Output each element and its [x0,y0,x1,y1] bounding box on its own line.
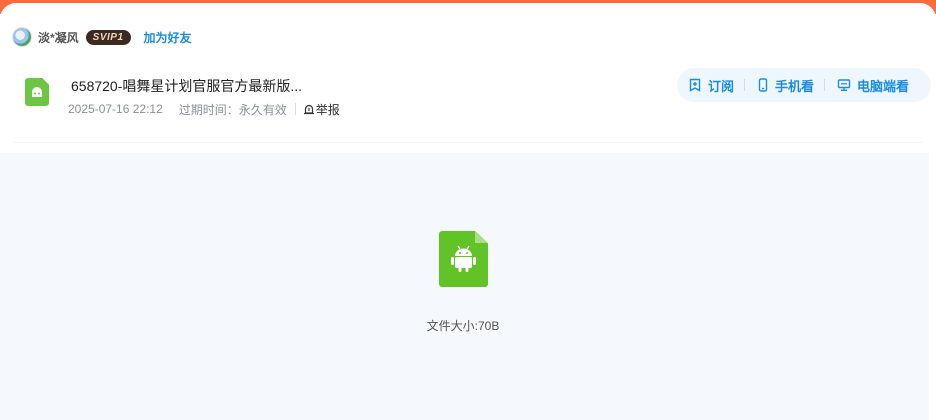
phone-view-label: 手机看 [775,78,815,94]
desktop-view-label: 电脑端看 [857,78,910,94]
upload-date: 2025-07-16 22:12 [68,102,163,116]
phone-icon [758,78,768,92]
expire-time: 过期时间：永久有效 [178,102,287,117]
user-row: 淡*凝风 SVIP1 加为好友 [12,26,192,48]
android-file-icon [25,78,49,106]
monitor-icon [837,79,851,92]
add-friend-link[interactable]: 加为好友 [144,29,192,46]
android-file-large-icon [439,231,488,287]
username[interactable]: 淡*凝风 [38,29,79,46]
file-size: 文件大小:70B [426,319,500,333]
subscribe-icon [689,78,701,92]
file-title: 658720-唱舞星计划官服官方最新版... [71,78,303,94]
subscribe-button[interactable]: 订阅 [688,76,734,95]
vip-badge: SVIP1 [85,29,131,45]
desktop-view-button[interactable]: 电脑端看 [837,76,909,95]
header-divider [14,142,922,143]
meta-divider [294,103,296,115]
avatar[interactable] [12,27,32,47]
action-divider [824,79,826,91]
report-icon [303,104,314,115]
phone-view-button[interactable]: 手机看 [757,76,814,95]
report-link[interactable]: 举报 [303,101,340,118]
action-divider [744,79,746,91]
report-label: 举报 [315,102,340,117]
file-meta: 2025-07-16 22:12 过期时间：永久有效 举报 [68,101,340,117]
subscribe-label: 订阅 [708,78,735,94]
view-actions: 订阅 手机看 电脑端看 [677,68,931,102]
